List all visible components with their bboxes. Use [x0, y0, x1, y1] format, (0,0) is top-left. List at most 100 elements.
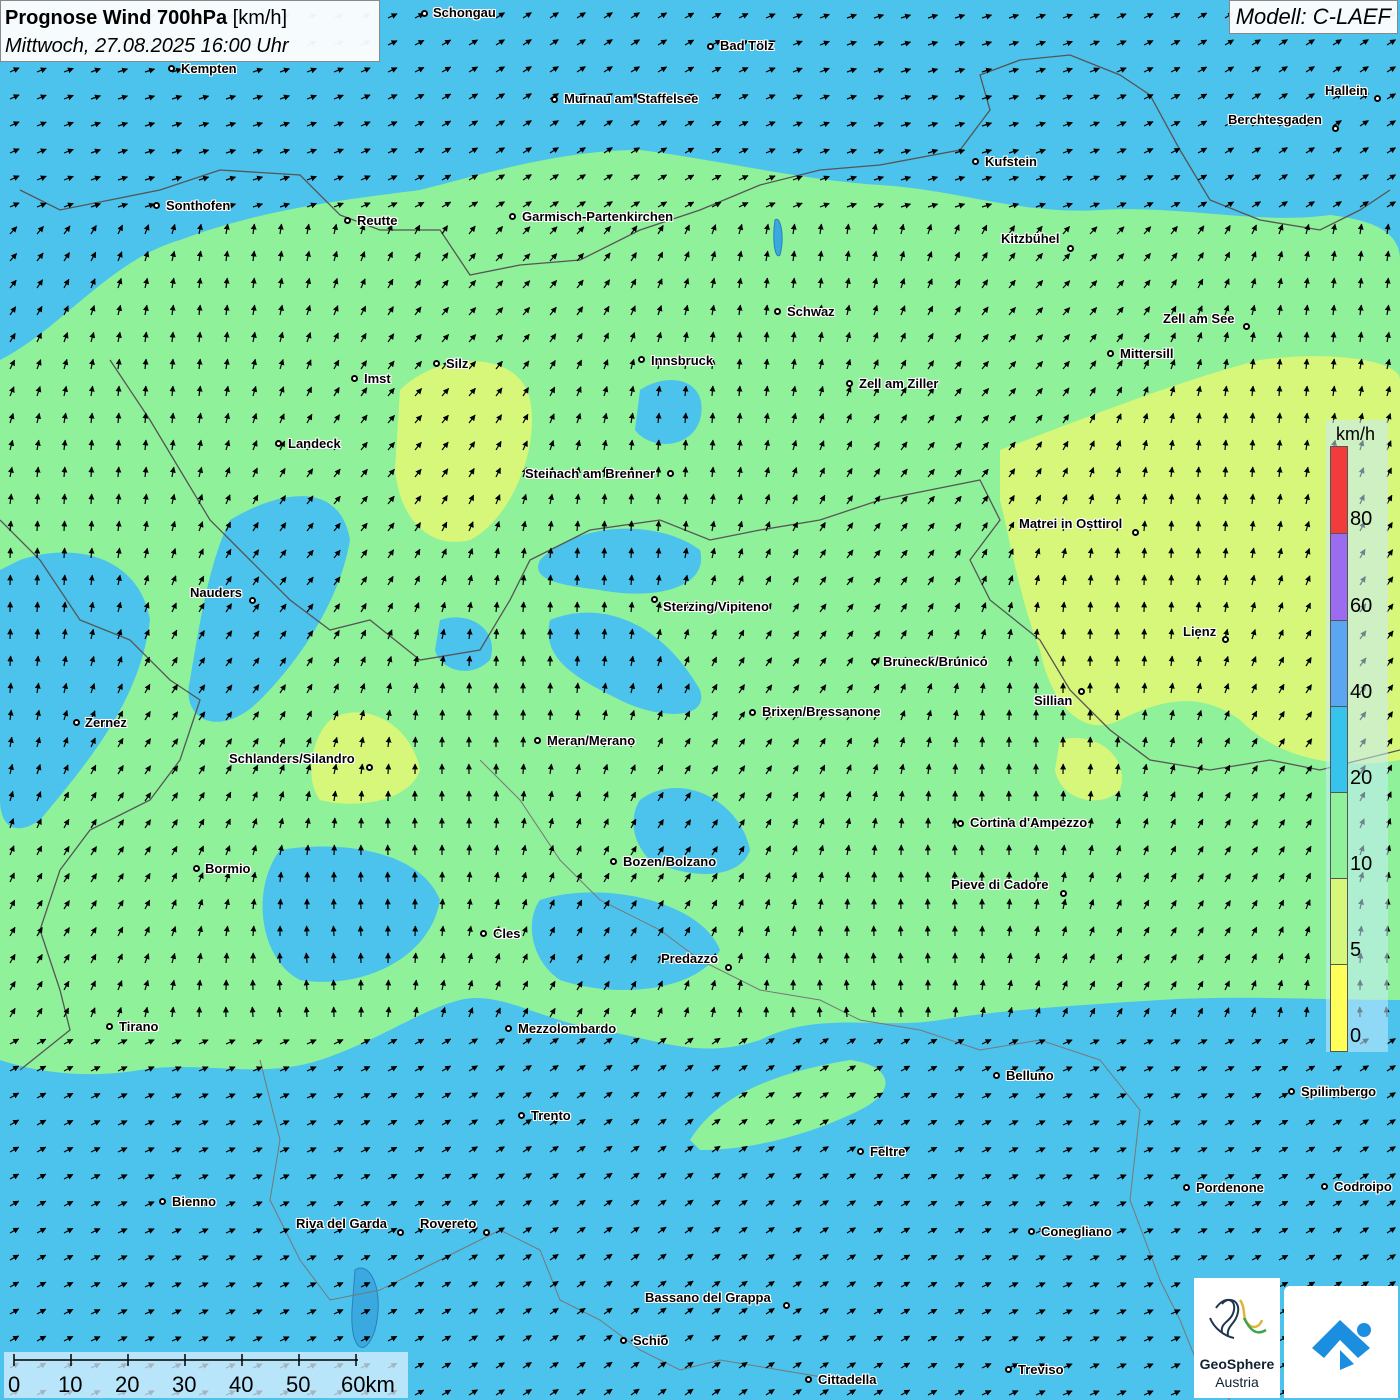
wind-arrow — [330, 979, 337, 991]
wind-arrow — [843, 979, 850, 991]
city-label: Riva del Garda — [296, 1216, 388, 1231]
wind-arrow — [870, 979, 877, 991]
city-label: Mezzolombardo — [518, 1021, 617, 1036]
city-marker — [610, 858, 617, 865]
city-marker — [1107, 350, 1114, 357]
wind-arrow — [628, 520, 635, 532]
wind-arrow — [1114, 574, 1121, 586]
wind-arrow — [924, 898, 931, 910]
city-label: Reutte — [357, 213, 398, 228]
wind-arrow — [357, 898, 364, 910]
wind-arrow — [817, 925, 824, 937]
city-marker — [73, 719, 80, 726]
city-label: Schio — [633, 1333, 669, 1348]
city-label: Feltre — [870, 1144, 906, 1159]
city-label: Landeck — [288, 436, 341, 451]
wind-arrow — [1087, 601, 1094, 613]
city-label: Kempten — [181, 61, 237, 76]
wind-arrow — [358, 790, 365, 802]
city-label: Zell am Ziller — [859, 376, 939, 391]
city-label: Zernez — [85, 715, 127, 730]
city-label: Berchtesgaden — [1228, 112, 1322, 127]
wind-arrow — [466, 655, 473, 667]
wind-arrow — [385, 763, 392, 775]
wind-arrow — [628, 493, 635, 505]
city-marker — [518, 1112, 525, 1119]
city-label: Tirano — [119, 1019, 159, 1034]
city-label: Mittersill — [1120, 346, 1174, 361]
wind-arrow — [1033, 655, 1040, 667]
wind-arrow — [897, 952, 904, 964]
lake-chiemsee — [773, 218, 783, 257]
wind-arrow — [628, 574, 635, 586]
wind-arrow — [655, 493, 662, 505]
geosphere-logo[interactable]: GeoSphere Austria — [1194, 1278, 1280, 1398]
wind-arrow — [303, 952, 310, 964]
wind-arrow — [439, 898, 446, 910]
city-label: Pordenone — [1196, 1180, 1264, 1195]
city-marker — [1028, 1228, 1035, 1235]
model-label: Modell: C-LAEF — [1228, 0, 1398, 34]
wind-arrow — [574, 547, 581, 559]
city-label: Brixen/Bressanone — [762, 704, 881, 719]
city-label: Sterzing/Vipiteno — [663, 599, 769, 614]
wind-arrow — [61, 493, 68, 505]
wind-arrow — [304, 871, 311, 883]
wind-arrow — [61, 574, 68, 586]
city-label: Codroipo — [1334, 1179, 1392, 1194]
wind-arrow — [439, 709, 446, 721]
legend-label-10: 10 — [1350, 853, 1373, 875]
wind-arrow — [7, 655, 14, 667]
wind-arrow — [844, 898, 851, 910]
city-label: Garmisch-Partenkirchen — [522, 209, 674, 224]
warning-app-logo[interactable] — [1284, 1286, 1398, 1398]
city-label: Belluno — [1006, 1068, 1054, 1083]
city-marker — [651, 596, 658, 603]
city-label: Bassano del Grappa — [645, 1290, 771, 1305]
wind-arrow — [276, 979, 283, 991]
wind-arrow — [88, 493, 95, 505]
city-label: Matrei in Osttirol — [1019, 516, 1123, 531]
city-label: Spilimbergo — [1301, 1084, 1377, 1099]
wind-arrow — [520, 601, 527, 613]
city-label: Schlanders/Silandro — [229, 751, 355, 766]
city-label: Kufstein — [985, 154, 1037, 169]
city-label: Innsbruck — [651, 353, 714, 368]
map-title: Prognose Wind 700hPa [km/h] — [5, 4, 375, 32]
wind-arrow — [466, 844, 473, 856]
wind-arrow — [1195, 520, 1202, 532]
legend-label-40: 40 — [1350, 681, 1373, 703]
wind-arrow — [897, 979, 904, 991]
city-label: Bruneck/Brunico — [883, 654, 988, 669]
wind-arrow — [1222, 493, 1229, 505]
city-marker — [1222, 636, 1229, 643]
wind-arrow — [816, 1006, 823, 1018]
city-marker — [620, 1337, 627, 1344]
city-marker — [1132, 529, 1139, 536]
wind-arrow — [1141, 547, 1148, 559]
city-marker — [1060, 890, 1067, 897]
city-label: Cortina d'Ampezzo — [970, 815, 1088, 830]
wind-arrow — [682, 439, 689, 451]
city-marker — [667, 470, 674, 477]
wind-arrow — [601, 601, 608, 613]
city-marker — [1321, 1183, 1328, 1190]
wind-arrow — [1060, 628, 1067, 640]
wind-arrow — [493, 628, 500, 640]
city-marker — [551, 96, 558, 103]
wind-arrow — [357, 925, 364, 937]
wind-arrow — [115, 439, 122, 451]
wind-arrow — [1114, 709, 1121, 721]
city-marker — [505, 1025, 512, 1032]
wind-arrow — [682, 466, 689, 478]
city-marker — [783, 1302, 790, 1309]
city-marker — [480, 930, 487, 937]
city-marker — [1078, 688, 1085, 695]
city-marker — [1005, 1366, 1012, 1373]
wind-arrow — [870, 952, 877, 964]
city-label: Pieve di Cadore — [951, 877, 1049, 892]
city-marker — [1243, 323, 1250, 330]
city-marker — [159, 1198, 166, 1205]
city-marker — [1374, 95, 1381, 102]
scale-label: 60km — [341, 1372, 395, 1397]
